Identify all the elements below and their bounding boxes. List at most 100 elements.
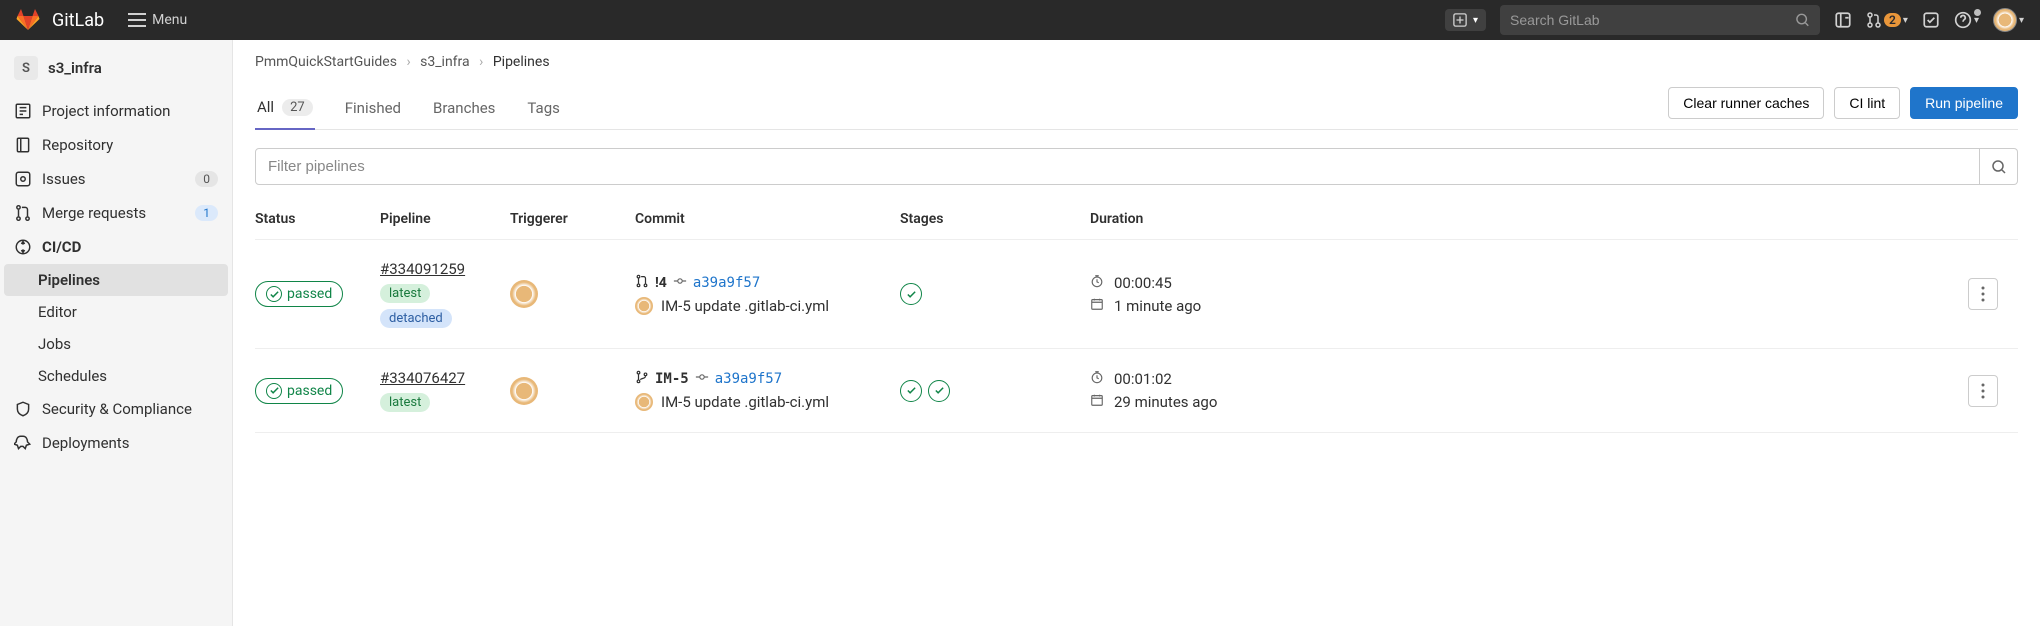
plus-icon: [1453, 13, 1467, 27]
sidebar-item-issues[interactable]: Issues 0: [0, 162, 232, 196]
topbar: GitLab Menu ▾ 2 ▾ ▾ ▾: [0, 0, 2040, 40]
pipeline-tag-latest: latest: [380, 393, 430, 412]
col-status: Status: [255, 211, 380, 227]
commit-author-avatar[interactable]: [635, 297, 653, 315]
pipeline-row: passed #334091259 latest detached !4 a39a…: [255, 240, 2018, 349]
pipeline-actions-button[interactable]: [1968, 278, 1998, 310]
gitlab-logo-icon[interactable]: [16, 8, 40, 32]
mr-count: 1: [195, 205, 218, 221]
chevron-down-icon: ▾: [1473, 15, 1478, 26]
commit-message[interactable]: IM-5 update .gitlab-ci.yml: [661, 393, 829, 411]
tab-tags[interactable]: Tags: [525, 86, 561, 129]
status-badge[interactable]: passed: [255, 281, 343, 307]
commit-message[interactable]: IM-5 update .gitlab-ci.yml: [661, 297, 829, 315]
sidebar-item-label: Repository: [42, 136, 113, 154]
clear-runner-caches-button[interactable]: Clear runner caches: [1668, 87, 1824, 119]
commit-ref[interactable]: !4: [655, 275, 667, 291]
menu-button[interactable]: Menu: [128, 12, 187, 28]
sidebar-item-project-info[interactable]: Project information: [0, 94, 232, 128]
kebab-icon: [1981, 383, 1985, 399]
search-box[interactable]: [1500, 5, 1820, 35]
user-avatar-icon: [1993, 8, 2017, 32]
project-info-icon: [14, 102, 32, 120]
sidebar-item-label: Issues: [42, 170, 86, 188]
merge-requests-shortcut[interactable]: 2 ▾: [1866, 12, 1908, 28]
commit-ref[interactable]: IM-5: [655, 371, 689, 387]
project-initial-badge: S: [14, 56, 38, 80]
commit-sha-link[interactable]: a39a9f57: [715, 371, 782, 387]
commit-icon: [695, 370, 709, 388]
filter-search-button[interactable]: [1980, 148, 2018, 185]
search-input[interactable]: [1510, 12, 1795, 28]
breadcrumb: PmmQuickStartGuides › s3_infra › Pipelin…: [255, 54, 2018, 70]
calendar-icon: [1090, 393, 1106, 411]
tab-actions: Clear runner caches CI lint Run pipeline: [1668, 87, 2018, 129]
triggerer-avatar[interactable]: [510, 280, 538, 308]
sidebar: S s3_infra Project information Repositor…: [0, 40, 233, 626]
sidebar-sub-editor[interactable]: Editor: [0, 296, 232, 328]
status-text: passed: [287, 383, 332, 399]
ci-lint-button[interactable]: CI lint: [1834, 87, 1900, 119]
pipeline-id-link[interactable]: #334076427: [380, 369, 465, 387]
pipeline-tag-detached: detached: [380, 309, 452, 328]
notification-dot: [1974, 9, 1981, 16]
duration-value: 00:01:02: [1114, 370, 1172, 388]
triggerer-avatar[interactable]: [510, 377, 538, 405]
main-content: PmmQuickStartGuides › s3_infra › Pipelin…: [233, 40, 2040, 626]
commit-sha-link[interactable]: a39a9f57: [693, 275, 760, 291]
help-button[interactable]: ▾: [1954, 11, 1979, 29]
finished-ago: 1 minute ago: [1114, 297, 1201, 315]
sidebar-item-deployments[interactable]: Deployments: [0, 426, 232, 460]
stage-status-icon[interactable]: [900, 380, 922, 402]
brand-name[interactable]: GitLab: [52, 10, 104, 31]
stopwatch-icon: [1090, 274, 1106, 292]
sidebar-sub-pipelines[interactable]: Pipelines: [4, 264, 228, 296]
pipeline-id-link[interactable]: #334091259: [380, 260, 465, 278]
create-new-button[interactable]: ▾: [1445, 9, 1486, 31]
merge-request-icon: [14, 204, 32, 222]
breadcrumb-project[interactable]: s3_infra: [420, 54, 470, 70]
filter-input[interactable]: [255, 148, 1980, 185]
hamburger-icon: [128, 13, 146, 27]
issues-shortcut-icon[interactable]: [1834, 11, 1852, 29]
calendar-icon: [1090, 297, 1106, 315]
topbar-left: GitLab Menu: [16, 8, 187, 32]
tab-all[interactable]: All 27: [255, 86, 315, 130]
filter-row: [255, 148, 2018, 185]
tab-count: 27: [282, 99, 313, 116]
sidebar-item-repository[interactable]: Repository: [0, 128, 232, 162]
pipeline-actions-button[interactable]: [1968, 375, 1998, 407]
breadcrumb-current: Pipelines: [493, 54, 550, 70]
sidebar-item-label: Merge requests: [42, 204, 146, 222]
commit-author-avatar[interactable]: [635, 393, 653, 411]
col-commit: Commit: [635, 211, 900, 227]
sidebar-item-security[interactable]: Security & Compliance: [0, 392, 232, 426]
duration-value: 00:00:45: [1114, 274, 1172, 292]
repository-icon: [14, 136, 32, 154]
check-circle-icon: [266, 383, 282, 399]
stage-status-icon[interactable]: [928, 380, 950, 402]
todos-icon[interactable]: [1922, 11, 1940, 29]
sidebar-item-label: Deployments: [42, 434, 129, 452]
tab-branches[interactable]: Branches: [431, 86, 497, 129]
pipeline-tag-latest: latest: [380, 284, 430, 303]
sidebar-item-label: Project information: [42, 102, 170, 120]
stage-status-icon[interactable]: [900, 283, 922, 305]
status-badge[interactable]: passed: [255, 378, 343, 404]
tab-finished[interactable]: Finished: [343, 86, 403, 129]
sidebar-item-cicd[interactable]: CI/CD: [0, 230, 232, 264]
user-menu[interactable]: ▾: [1993, 8, 2024, 32]
sidebar-item-label: CI/CD: [42, 238, 81, 256]
menu-label: Menu: [152, 12, 187, 28]
sidebar-sub-schedules[interactable]: Schedules: [0, 360, 232, 392]
run-pipeline-button[interactable]: Run pipeline: [1910, 87, 2018, 119]
cicd-icon: [14, 238, 32, 256]
issues-icon: [14, 170, 32, 188]
project-header[interactable]: S s3_infra: [0, 48, 232, 94]
sidebar-item-merge-requests[interactable]: Merge requests 1: [0, 196, 232, 230]
pipeline-row: passed #334076427 latest IM-5 a39a9f57 I…: [255, 349, 2018, 433]
shield-icon: [14, 400, 32, 418]
breadcrumb-group[interactable]: PmmQuickStartGuides: [255, 54, 397, 70]
sidebar-sub-jobs[interactable]: Jobs: [0, 328, 232, 360]
pipeline-rows: passed #334091259 latest detached !4 a39a…: [255, 240, 2018, 433]
